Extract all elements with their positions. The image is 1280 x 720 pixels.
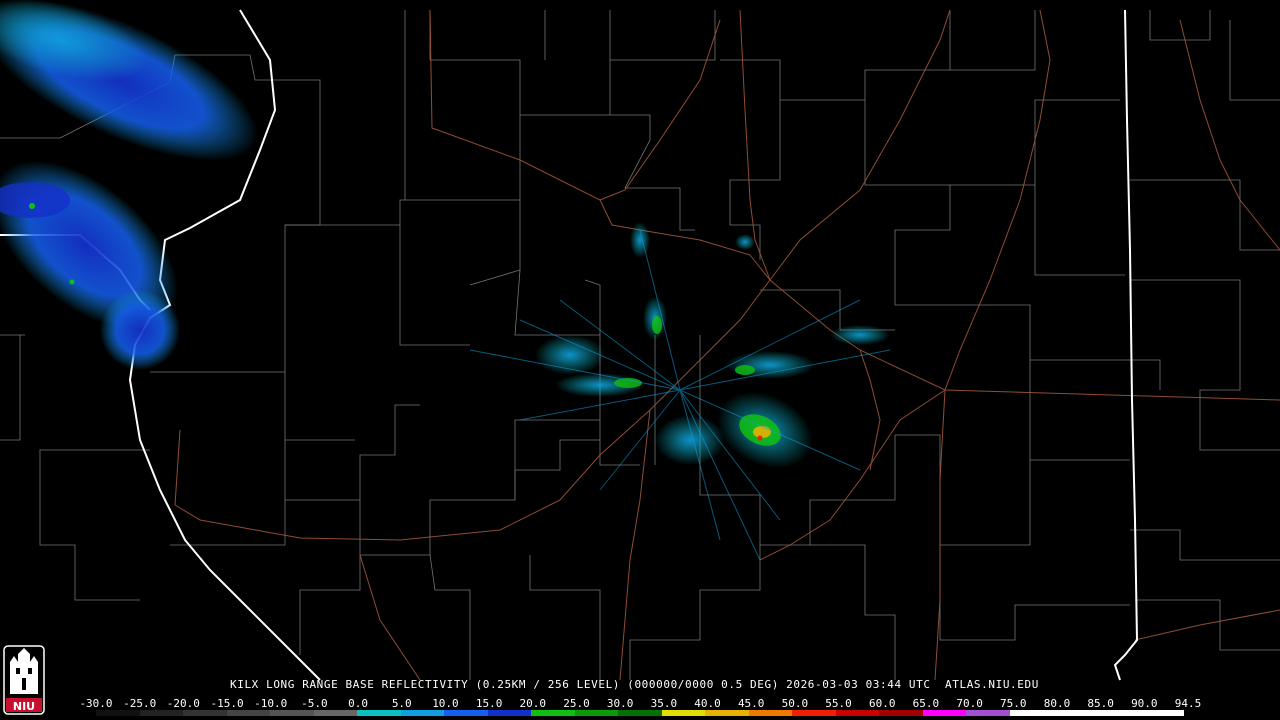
scale-swatch [1053, 710, 1097, 716]
scale-label: -5.0 [301, 697, 328, 710]
scale-label: 94.5 [1174, 697, 1202, 710]
scale-label: 10.0 [432, 697, 459, 710]
scale-label: 55.0 [825, 697, 852, 710]
scale-swatch [1096, 710, 1141, 716]
scale-swatch [792, 710, 836, 716]
radar-map [0, 0, 1280, 681]
color-scale-bar [96, 710, 1184, 716]
scale-label: -30.0 [79, 697, 113, 710]
scale-swatch [531, 710, 575, 716]
scale-label: 15.0 [475, 697, 503, 710]
scale-swatch [1140, 710, 1184, 716]
scale-label: 30.0 [606, 697, 634, 710]
scale-swatch [400, 710, 445, 716]
scale-swatch [705, 710, 749, 716]
highways [174, 9, 1280, 681]
scale-label: 0.0 [348, 697, 369, 710]
scale-label: 75.0 [1000, 697, 1027, 710]
scale-swatch [922, 710, 967, 716]
scale-label: 80.0 [1043, 697, 1071, 710]
scale-swatch [357, 710, 401, 716]
scale-swatch [487, 710, 532, 716]
scale-label: 35.0 [650, 697, 678, 710]
scale-swatch [966, 710, 1010, 716]
precipitation-echoes [0, 0, 891, 561]
product-caption: KILX LONG RANGE BASE REFLECTIVITY (0.25K… [230, 678, 1039, 691]
scale-label: 70.0 [956, 697, 983, 710]
scale-swatch [139, 710, 184, 716]
scale-swatch [574, 710, 619, 716]
niu-logo: NIU [2, 644, 46, 716]
scale-swatch [661, 710, 706, 716]
scale-swatch [270, 710, 314, 716]
scale-label: 45.0 [737, 697, 765, 710]
scale-swatch [226, 710, 271, 716]
scale-label: 5.0 [391, 697, 412, 710]
scale-swatch [618, 710, 662, 716]
scale-label: -15.0 [210, 697, 244, 710]
scale-label: 85.0 [1087, 697, 1114, 710]
scale-swatch [1009, 710, 1054, 716]
scale-label: -20.0 [166, 697, 200, 710]
scale-labels: -30.0 -25.0 -20.0 -15.0 -10.0 -5.0 0.0 5.0 10.0 1… [79, 697, 1202, 710]
scale-label: 90.0 [1131, 697, 1158, 710]
scale-swatch [313, 710, 358, 716]
scale-swatch [183, 710, 227, 716]
scale-swatch [879, 710, 923, 716]
scale-swatch [444, 710, 488, 716]
scale-label: 25.0 [563, 697, 590, 710]
scale-swatch [96, 710, 140, 716]
scale-label: 20.0 [519, 697, 547, 710]
scale-label: -25.0 [123, 697, 157, 710]
scale-swatch [748, 710, 793, 716]
scale-label: 50.0 [781, 697, 809, 710]
scale-label: 65.0 [912, 697, 940, 710]
logo-text: NIU [12, 700, 36, 713]
scale-label: 60.0 [868, 697, 896, 710]
scale-swatch [835, 710, 880, 716]
scale-label: 40.0 [694, 697, 721, 710]
scale-label: -10.0 [254, 697, 288, 710]
